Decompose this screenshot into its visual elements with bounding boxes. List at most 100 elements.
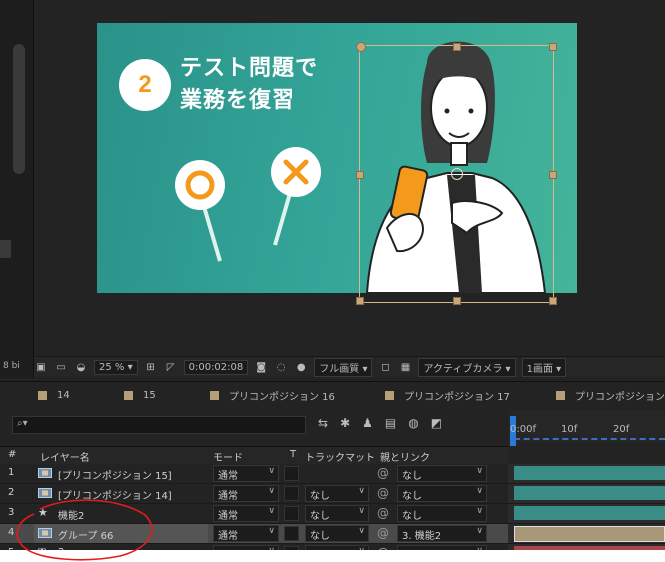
- transform-handle-top[interactable]: [453, 43, 461, 51]
- preserve-transparency-checkbox[interactable]: [284, 466, 299, 481]
- current-time-display[interactable]: 0:00:02:08: [183, 359, 249, 375]
- mode-dropdown[interactable]: 通常 ∨: [213, 465, 279, 482]
- tab-color-swatch: [38, 390, 47, 400]
- always-preview-icon[interactable]: ▣: [34, 361, 48, 373]
- region-of-interest-icon[interactable]: ◻: [378, 361, 392, 373]
- mask-visibility-icon[interactable]: ◸: [164, 361, 178, 373]
- graph-editor-icon[interactable]: ◩: [431, 416, 442, 430]
- view-layout-dropdown[interactable]: 1画面 ▾: [521, 357, 567, 377]
- tab-precomp-17[interactable]: プリコンポジション 17: [385, 388, 510, 403]
- parent-dropdown[interactable]: なし ∨: [397, 485, 487, 502]
- layer-row[interactable]: 3 ★ 機能2 通常 ∨ なし ∨ @ なし ∨: [0, 504, 508, 524]
- bit-depth-label[interactable]: 8 bi: [3, 361, 20, 371]
- track-matte-dropdown[interactable]: なし ∨: [305, 485, 369, 502]
- circle-paddle: [175, 160, 225, 210]
- pick-whip-icon[interactable]: @: [377, 506, 389, 520]
- mode-dropdown[interactable]: 通常 ∨: [213, 525, 279, 542]
- layer-name[interactable]: [プリコンポジション 15]: [58, 467, 172, 482]
- column-t[interactable]: T: [290, 449, 296, 460]
- precomp-icon: [38, 528, 52, 538]
- time-ruler[interactable]: 0:00f 10f 20f: [508, 410, 665, 446]
- chevron-down-icon: ∨: [268, 466, 275, 476]
- layer-row-selected[interactable]: 4 グループ 66 通常 ∨ なし ∨ @ 3. 機能2 ∨: [0, 524, 508, 544]
- layer-search-input[interactable]: ⌕▾: [12, 416, 306, 434]
- mode-dropdown[interactable]: 通常 ∨: [213, 505, 279, 522]
- layer-duration-bar[interactable]: [514, 546, 665, 550]
- preserve-transparency-checkbox[interactable]: [284, 546, 299, 550]
- track-bar[interactable]: [508, 484, 665, 504]
- mode-dropdown[interactable]: 通常 ∨: [213, 545, 279, 550]
- preserve-transparency-checkbox[interactable]: [284, 486, 299, 501]
- mode-value: 通常: [218, 491, 238, 502]
- pick-whip-icon[interactable]: @: [377, 546, 389, 550]
- track-bar[interactable]: [508, 544, 665, 550]
- layer-duration-bar[interactable]: [514, 486, 665, 500]
- track-bar[interactable]: [508, 464, 665, 484]
- layer-duration-bar[interactable]: [514, 506, 665, 520]
- transform-handle-top-left[interactable]: [356, 42, 366, 52]
- motion-blur-icon[interactable]: ◍: [408, 416, 418, 430]
- pick-whip-icon[interactable]: @: [377, 526, 389, 540]
- zoom-dropdown[interactable]: 25 % ▾: [94, 359, 138, 375]
- draft-3d-icon[interactable]: ✱: [340, 416, 350, 430]
- composition-frame[interactable]: 2 テスト問題で 業務を復習: [97, 23, 577, 293]
- layer-name[interactable]: グループ 66: [58, 527, 113, 542]
- camera-snapshot-icon[interactable]: ◙: [254, 361, 268, 373]
- tab-precomp-18[interactable]: プリコンポジション 18: [556, 388, 665, 403]
- track-matte-dropdown[interactable]: なし ∨: [305, 505, 369, 522]
- tab-label: プリコンポジション 18: [575, 391, 665, 403]
- layer-duration-bar[interactable]: [514, 466, 665, 480]
- transparency-grid-icon[interactable]: ▦: [398, 361, 412, 373]
- monitor-icon[interactable]: ▭: [54, 361, 68, 373]
- project-selected-item[interactable]: [0, 240, 11, 258]
- layer-name[interactable]: [プリコンポジション 14]: [58, 487, 172, 502]
- parent-dropdown[interactable]: なし ∨: [397, 465, 487, 482]
- column-num[interactable]: #: [8, 449, 16, 460]
- project-scrollbar[interactable]: [13, 44, 25, 174]
- pick-whip-icon[interactable]: @: [377, 466, 389, 480]
- tab-precomp-16[interactable]: プリコンポジション 16: [210, 388, 335, 403]
- frame-blending-icon[interactable]: ▤: [385, 416, 396, 430]
- camera-dropdown[interactable]: アクティブカメラ ▾: [418, 357, 516, 377]
- tab-15[interactable]: 15: [124, 390, 156, 401]
- column-layer-name[interactable]: レイヤー名: [40, 449, 90, 464]
- track-bar[interactable]: [508, 504, 665, 524]
- layer-name[interactable]: 2: [58, 547, 64, 550]
- tab-color-swatch: [124, 390, 133, 400]
- pick-whip-icon[interactable]: @: [377, 486, 389, 500]
- layer-row[interactable]: 5 T 2 通常 ∨ なし ∨ @ なし ∨: [0, 544, 508, 550]
- tab-14[interactable]: 14: [38, 390, 70, 401]
- layer-duration-bar-selected[interactable]: [514, 526, 665, 542]
- parent-dropdown[interactable]: 3. 機能2 ∨: [397, 525, 487, 542]
- anchor-point-icon[interactable]: [451, 168, 463, 180]
- transform-handle-top-right[interactable]: [549, 43, 557, 51]
- layer-row[interactable]: 2 [プリコンポジション 14] 通常 ∨ なし ∨ @ なし ∨: [0, 484, 508, 504]
- shy-layers-icon[interactable]: ♟: [362, 416, 373, 430]
- transform-handle-left[interactable]: [356, 171, 364, 179]
- column-mode[interactable]: モード: [213, 449, 243, 464]
- track-bar[interactable]: [508, 524, 665, 544]
- preserve-transparency-checkbox[interactable]: [284, 506, 299, 521]
- parent-dropdown[interactable]: なし ∨: [397, 545, 487, 550]
- parent-dropdown[interactable]: なし ∨: [397, 505, 487, 522]
- work-area-bar[interactable]: [514, 438, 665, 442]
- layer-name[interactable]: 機能2: [58, 507, 84, 522]
- preserve-transparency-checkbox[interactable]: [284, 526, 299, 541]
- layer-row[interactable]: 1 [プリコンポジション 15] 通常 ∨ @ なし ∨: [0, 464, 508, 484]
- vr-goggles-icon[interactable]: ◒: [74, 361, 88, 373]
- show-snapshot-icon[interactable]: ◌: [274, 361, 288, 373]
- resolution-dropdown[interactable]: フル画質 ▾: [314, 357, 373, 377]
- track-matte-dropdown[interactable]: なし ∨: [305, 545, 369, 550]
- column-track-matte[interactable]: トラックマット: [305, 449, 375, 464]
- chevron-down-icon: ∨: [358, 546, 365, 550]
- transform-handle-bottom[interactable]: [453, 297, 461, 305]
- column-parent[interactable]: 親とリンク: [380, 449, 430, 464]
- channel-icon[interactable]: ●: [294, 361, 308, 373]
- transform-handle-bottom-left[interactable]: [356, 297, 364, 305]
- track-matte-dropdown[interactable]: なし ∨: [305, 525, 369, 542]
- grid-guides-icon[interactable]: ⊞: [144, 361, 158, 373]
- mode-dropdown[interactable]: 通常 ∨: [213, 485, 279, 502]
- comp-flowchart-icon[interactable]: ⇆: [318, 416, 328, 430]
- transform-handle-right[interactable]: [549, 171, 557, 179]
- transform-handle-bottom-right[interactable]: [549, 297, 557, 305]
